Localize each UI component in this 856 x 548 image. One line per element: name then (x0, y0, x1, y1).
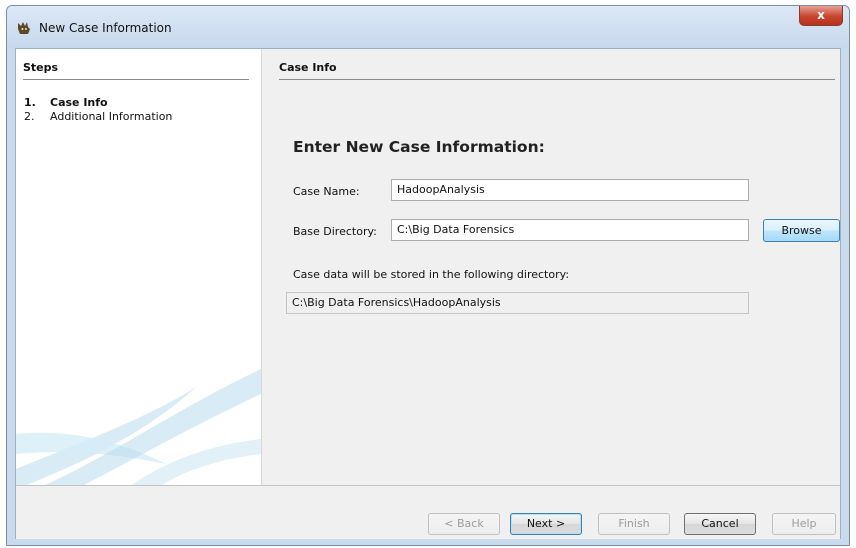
title-bar[interactable]: New Case Information x (7, 6, 849, 48)
close-button[interactable]: x (799, 6, 843, 26)
form-heading: Enter New Case Information: (293, 138, 545, 156)
finish-button[interactable]: Finish (598, 513, 670, 535)
storage-path-field: C:\Big Data Forensics\HadoopAnalysis (286, 292, 749, 314)
new-case-dialog: New Case Information x Steps 1. Case Info… (6, 5, 850, 546)
back-button[interactable]: < Back (428, 513, 500, 535)
step-label: Case Info (50, 96, 108, 109)
step-number: 2. (24, 110, 35, 123)
next-button[interactable]: Next > (510, 513, 582, 535)
dialog-body: Steps 1. Case Info 2. Additional Informati… (15, 48, 841, 539)
step-item-additional-information: 2. Additional Information (24, 110, 172, 123)
steps-header: Steps (23, 61, 59, 74)
cancel-button[interactable]: Cancel (684, 513, 756, 535)
steps-divider (23, 79, 249, 80)
case-name-input[interactable]: HadoopAnalysis (391, 179, 749, 201)
autopsy-dog-icon (18, 22, 30, 34)
panel-header: Case Info (279, 61, 337, 74)
close-icon: x (817, 8, 825, 22)
base-directory-label: Base Directory: (293, 225, 377, 238)
swoosh-decoration (16, 369, 261, 485)
step-label: Additional Information (50, 110, 173, 123)
panel-divider (279, 79, 835, 80)
button-bar: < Back Next > Finish Cancel Help (16, 485, 840, 539)
step-item-case-info: 1. Case Info (24, 96, 108, 109)
step-number: 1. (24, 96, 36, 109)
case-name-label: Case Name: (293, 185, 360, 198)
help-button[interactable]: Help (772, 513, 836, 535)
storage-info-text: Case data will be stored in the followin… (293, 268, 570, 281)
base-directory-input[interactable]: C:\Big Data Forensics (391, 219, 749, 241)
window-title: New Case Information (39, 21, 172, 35)
steps-panel: Steps 1. Case Info 2. Additional Informati… (16, 49, 262, 485)
case-info-panel: Case Info Enter New Case Information: Ca… (262, 49, 840, 485)
browse-button[interactable]: Browse (763, 219, 840, 242)
